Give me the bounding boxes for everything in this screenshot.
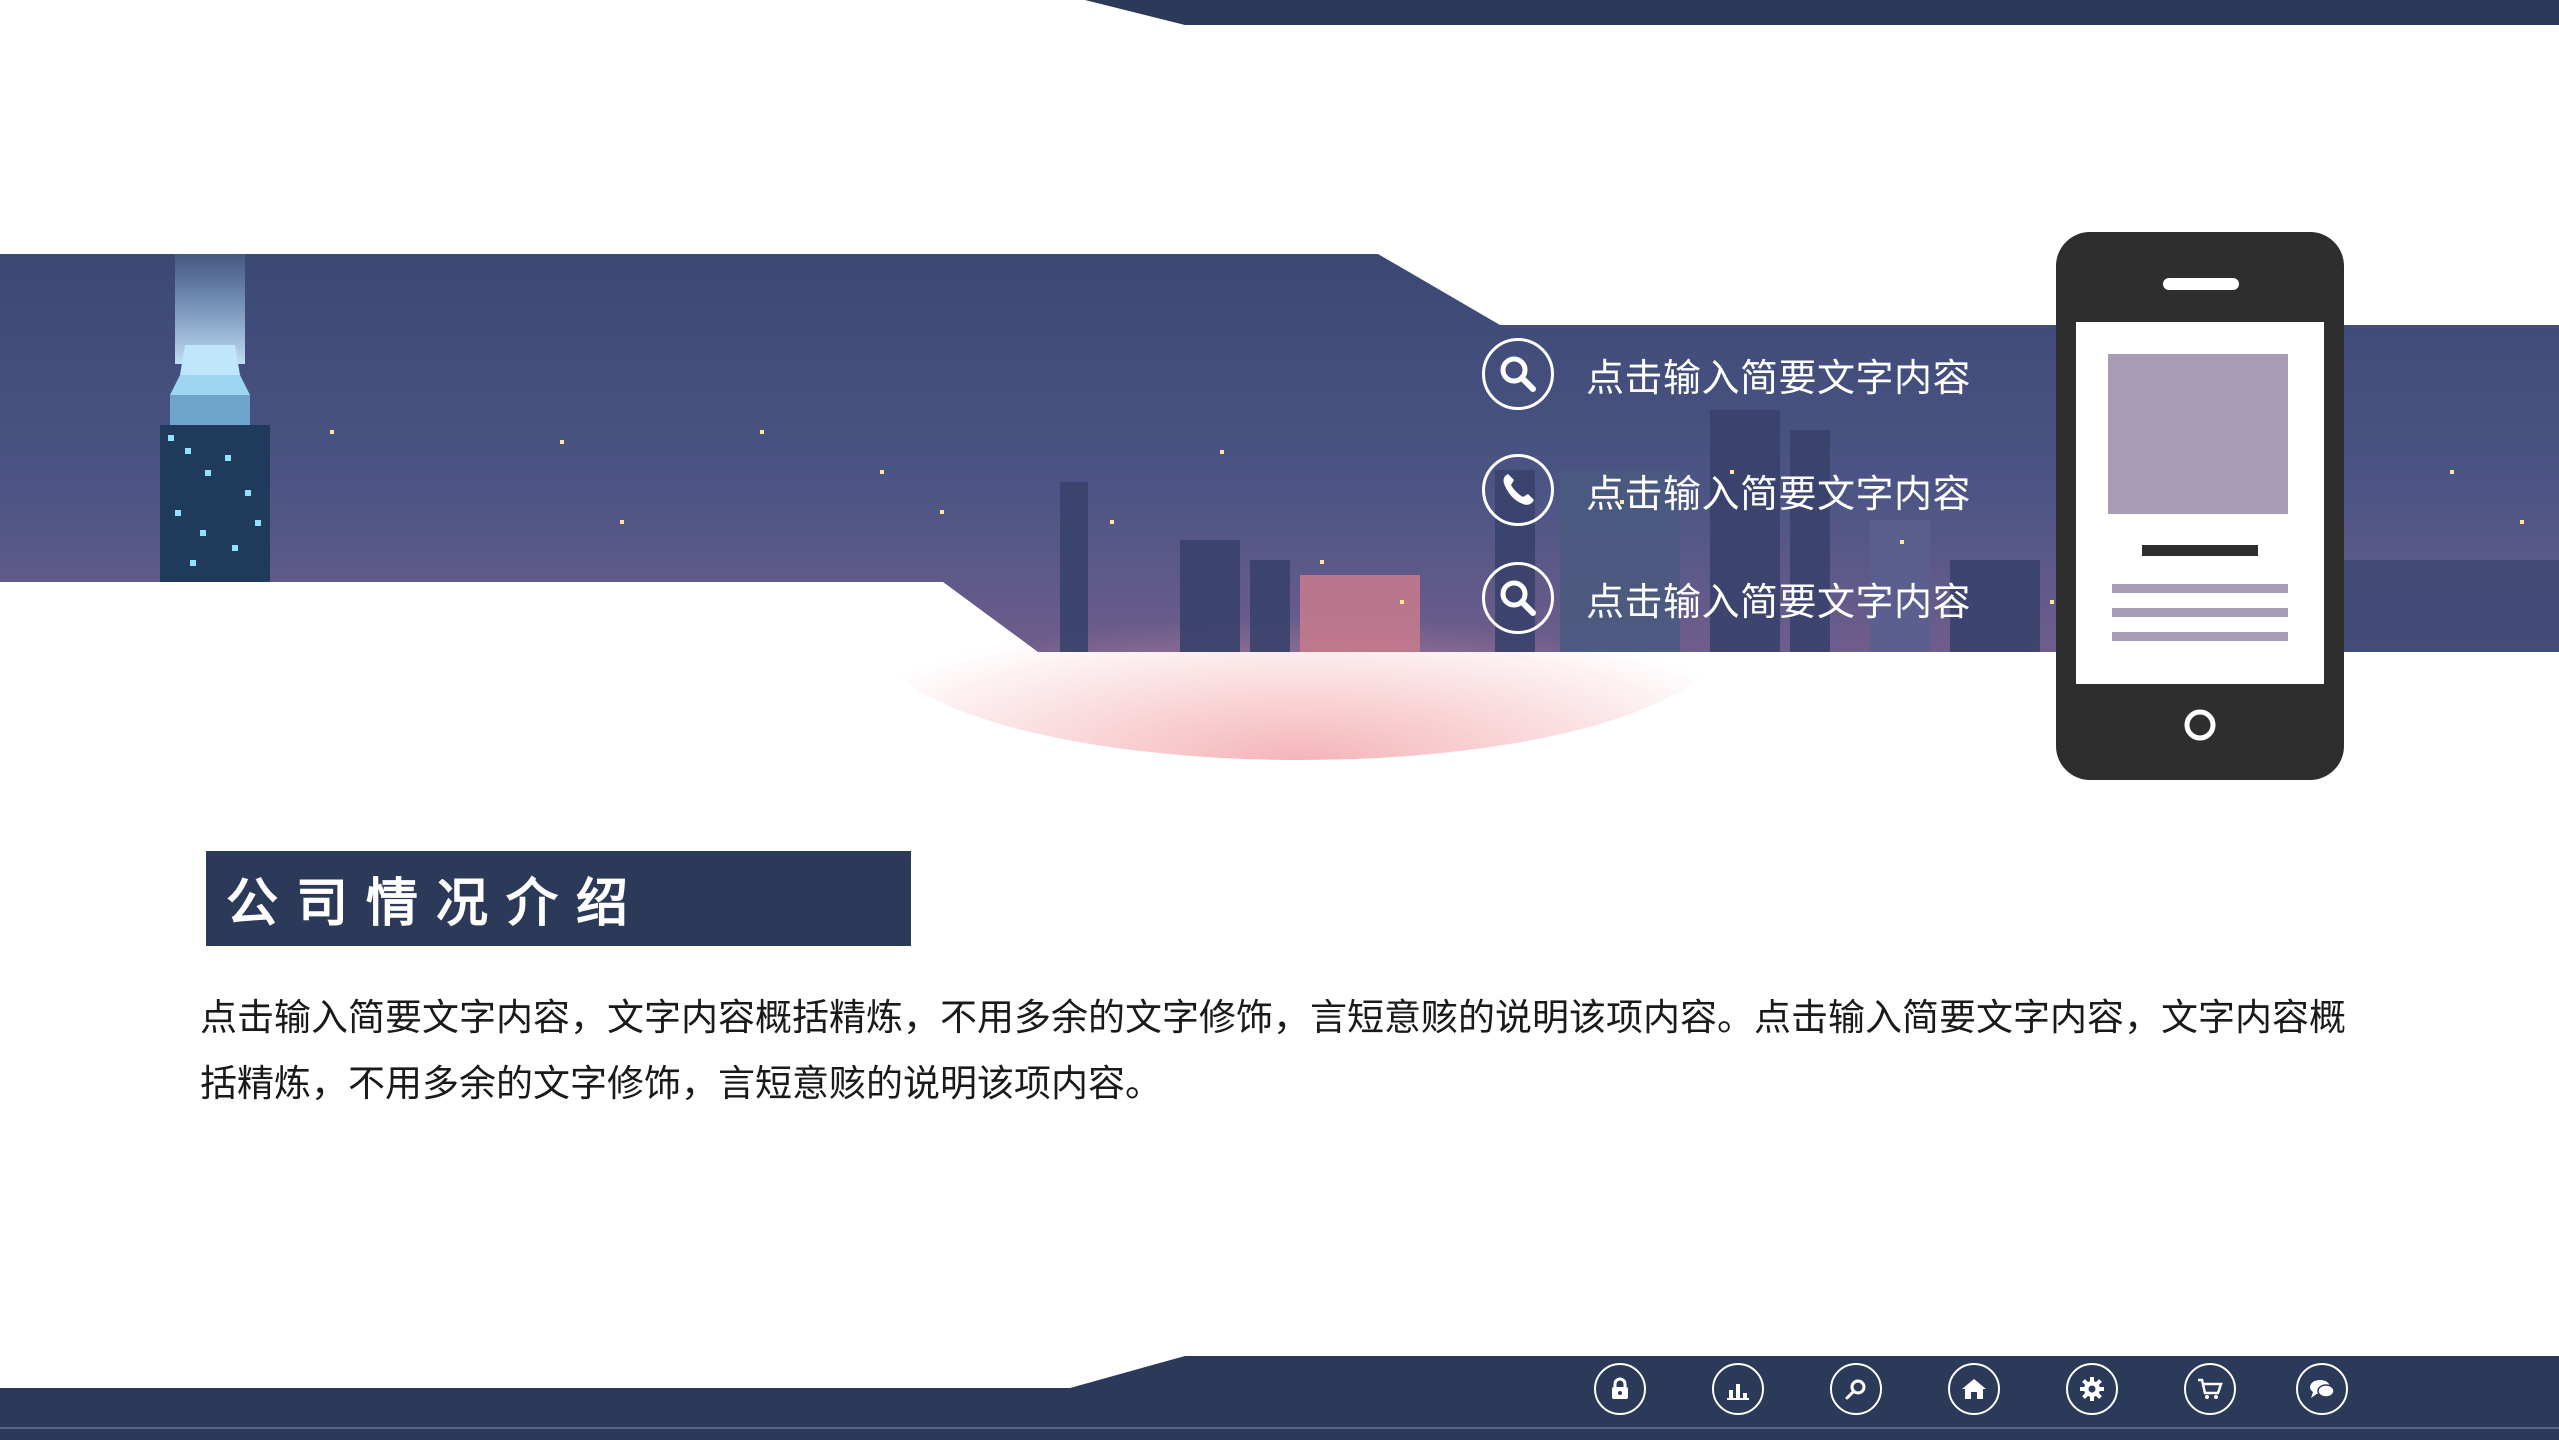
- chart-icon[interactable]: [1712, 1363, 1764, 1415]
- section-title: 公司情况介绍: [226, 874, 647, 934]
- feature-item[interactable]: 点击输入简要文字内容: [1482, 334, 1971, 414]
- chat-icon[interactable]: [2296, 1363, 2348, 1415]
- magnifier-icon: [1482, 338, 1554, 410]
- home-icon[interactable]: [1948, 1363, 2000, 1415]
- section-title-bar: 公司情况介绍: [206, 851, 911, 946]
- cart-icon[interactable]: [2184, 1363, 2236, 1415]
- search-icon[interactable]: [1830, 1363, 1882, 1415]
- lock-icon[interactable]: [1594, 1363, 1646, 1415]
- feature-item[interactable]: 点击输入简要文字内容: [1482, 558, 1971, 638]
- section-body: 点击输入简要文字内容，文字内容概括精炼，不用多余的文字修饰，言短意赅的说明该项内…: [200, 996, 2346, 1105]
- magnifier-icon: [1482, 562, 1554, 634]
- phone-icon: [1482, 454, 1554, 526]
- gear-icon[interactable]: [2066, 1363, 2118, 1415]
- feature-item[interactable]: 点击输入简要文字内容: [1482, 450, 1971, 530]
- phone-illustration: [2056, 232, 2344, 780]
- city-banner: [0, 0, 2559, 1440]
- feature-label: 点击输入简要文字内容: [1586, 579, 1972, 624]
- feature-label: 点击输入简要文字内容: [1586, 355, 1972, 400]
- feature-label: 点击输入简要文字内容: [1586, 471, 1972, 516]
- top-strip: [1085, 0, 2559, 25]
